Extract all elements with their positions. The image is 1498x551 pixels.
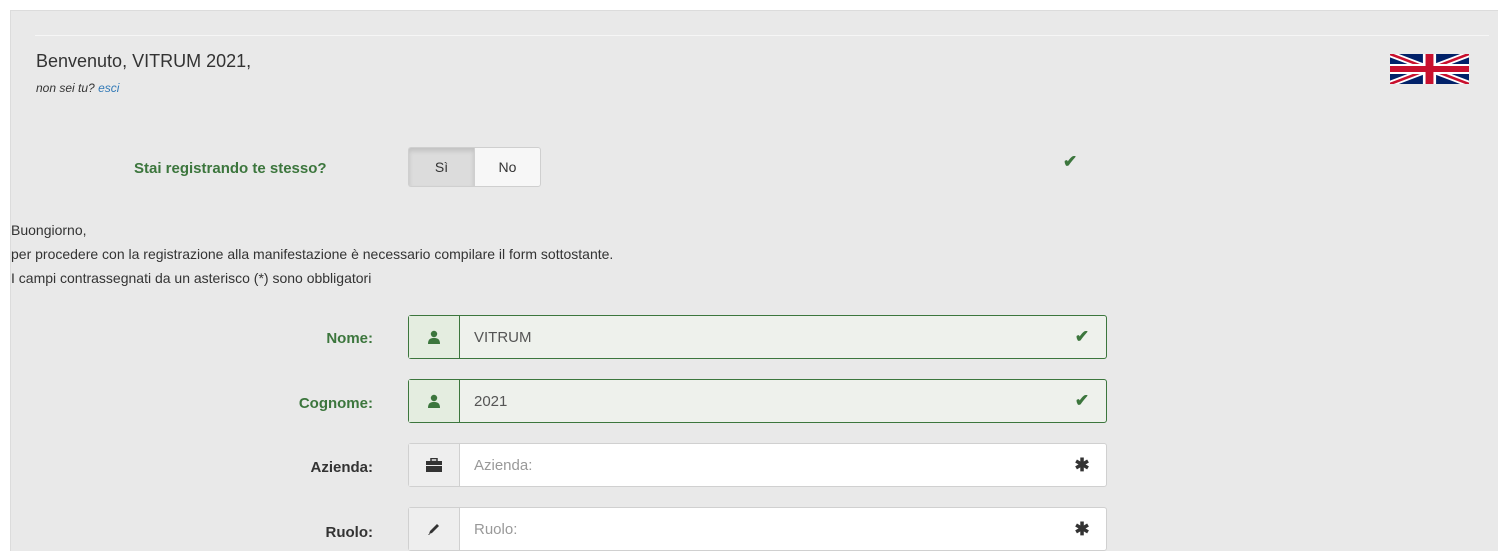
nome-field: ✔ bbox=[408, 315, 1107, 359]
user-icon bbox=[409, 380, 460, 422]
pencil-icon bbox=[409, 508, 460, 550]
english-flag-icon[interactable] bbox=[1390, 54, 1469, 84]
nome-input[interactable] bbox=[460, 316, 1058, 358]
not-you-text: non sei tu? esci bbox=[36, 81, 119, 95]
self-registration-label: Stai registrando te stesso? bbox=[134, 160, 327, 177]
cognome-label: Cognome: bbox=[298, 395, 373, 412]
registration-panel: Benvenuto, VITRUM 2021, non sei tu? esci… bbox=[10, 10, 1498, 551]
intro-text: Buongiorno, per procedere con la registr… bbox=[11, 218, 613, 290]
not-you-label: non sei tu? bbox=[36, 81, 95, 95]
ruolo-input[interactable] bbox=[460, 508, 1058, 550]
azienda-field: ✱ bbox=[408, 443, 1107, 487]
yes-button[interactable]: Sì bbox=[408, 147, 474, 187]
ruolo-field: ✱ bbox=[408, 507, 1107, 551]
cognome-valid-check-icon: ✔ bbox=[1074, 391, 1090, 410]
cognome-field: ✔ bbox=[408, 379, 1107, 423]
briefcase-icon bbox=[409, 444, 460, 486]
nome-label: Nome: bbox=[326, 330, 373, 347]
divider bbox=[35, 35, 1489, 36]
cognome-input[interactable] bbox=[460, 380, 1058, 422]
required-asterisk-icon: ✱ bbox=[1074, 454, 1090, 475]
azienda-label: Azienda: bbox=[310, 459, 373, 476]
check-icon: ✔ bbox=[1063, 152, 1078, 171]
azienda-input[interactable] bbox=[460, 444, 1058, 486]
no-button[interactable]: No bbox=[474, 147, 541, 187]
welcome-text: Benvenuto, VITRUM 2021, bbox=[36, 51, 252, 71]
required-asterisk-icon: ✱ bbox=[1074, 518, 1090, 539]
ruolo-label: Ruolo: bbox=[325, 524, 373, 541]
nome-valid-check-icon: ✔ bbox=[1074, 327, 1090, 346]
user-icon bbox=[409, 316, 460, 358]
logout-link[interactable]: esci bbox=[98, 81, 119, 95]
intro-instructions: per procedere con la registrazione alla … bbox=[11, 246, 614, 262]
intro-required-note: I campi contrassegnati da un asterisco (… bbox=[11, 270, 372, 286]
intro-greeting: Buongiorno, bbox=[11, 222, 87, 238]
